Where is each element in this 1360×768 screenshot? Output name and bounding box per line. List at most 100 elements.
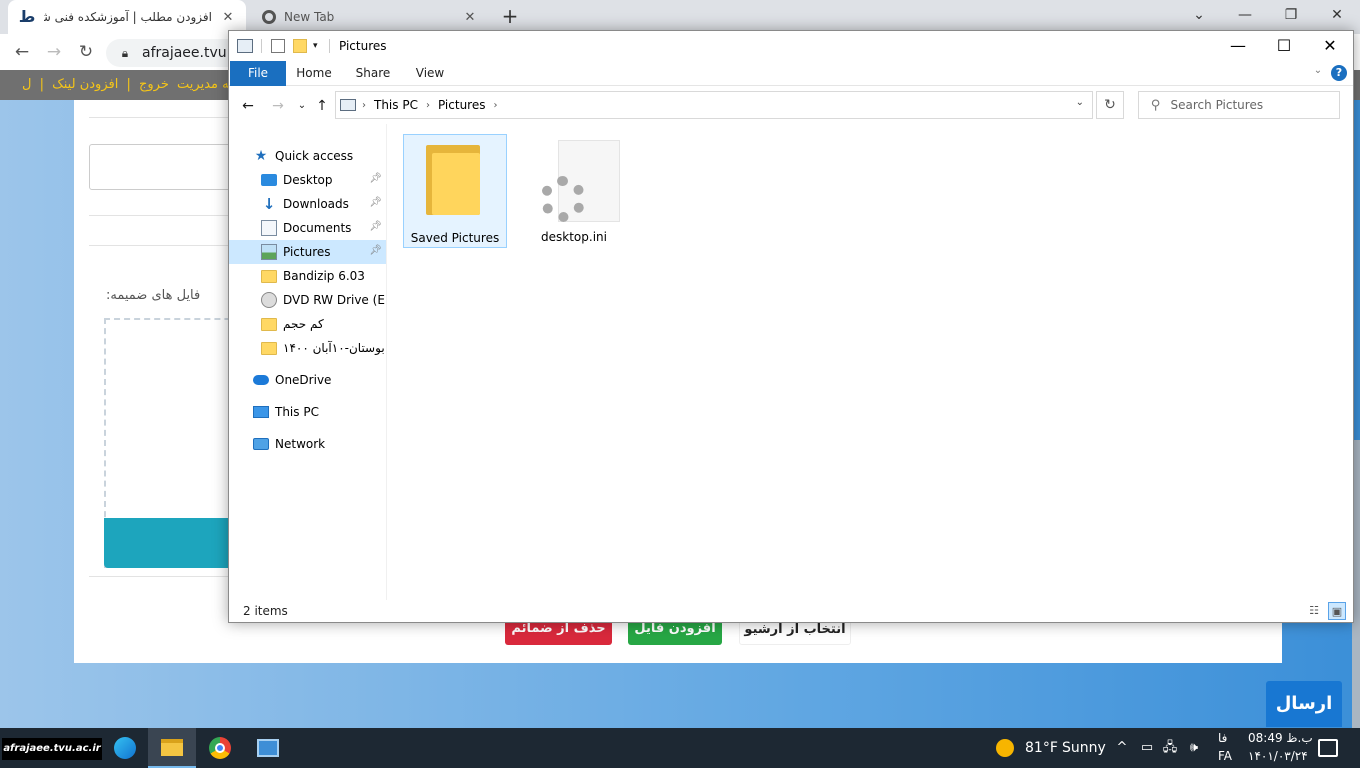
ribbon-expand-chevron-icon[interactable]: ⌄	[1311, 65, 1325, 76]
details-view-icon[interactable]: ☷	[1305, 602, 1323, 620]
pin-icon[interactable]: 📌︎	[369, 197, 382, 208]
tab-view[interactable]: View	[409, 61, 451, 86]
folder-icon	[261, 270, 277, 283]
address-dropdown-icon[interactable]: ⌄	[1076, 97, 1084, 108]
nav-downloads[interactable]: ↓ Downloads 📌︎	[229, 192, 386, 216]
taskbar-chrome[interactable]	[196, 728, 244, 768]
nav-this-pc[interactable]: This PC	[229, 400, 386, 424]
tab-home[interactable]: Home	[291, 61, 337, 86]
explorer-back-arrow-icon[interactable]: ←	[239, 97, 257, 115]
window-title: Pictures	[339, 39, 387, 53]
nav-desktop[interactable]: Desktop 📌︎	[229, 168, 386, 192]
taskbar-app-window[interactable]	[244, 728, 292, 768]
chrome-icon	[209, 737, 231, 759]
help-icon[interactable]: ?	[1331, 65, 1347, 81]
pin-icon[interactable]: 📌︎	[369, 245, 382, 256]
file-item-saved-pictures[interactable]: Saved Pictures	[403, 134, 507, 248]
forward-arrow-icon[interactable]: →	[42, 40, 66, 64]
taskbar-logo: afrajaee.tvu.ac.ir	[2, 738, 102, 760]
menu-item-truncated[interactable]: ل	[22, 77, 31, 92]
nav-pictures[interactable]: Pictures 📌︎	[229, 240, 386, 264]
tab-new-tab[interactable]: New Tab ✕	[252, 0, 488, 34]
explorer-address-bar[interactable]: › This PC › Pictures › ⌄	[335, 91, 1093, 119]
nav-documents[interactable]: Documents 📌︎	[229, 216, 386, 240]
tab-search-chevron-icon[interactable]: ⌄	[1176, 2, 1222, 28]
documents-icon	[261, 220, 277, 236]
explorer-maximize-button[interactable]: ☐	[1261, 31, 1307, 61]
nav-label: Desktop	[283, 173, 333, 187]
weather-condition[interactable]: Sunny	[1062, 728, 1106, 768]
nav-dvd-drive[interactable]: DVD RW Drive (E:)	[229, 288, 386, 312]
search-pictures-input[interactable]: ⚲ Search Pictures	[1138, 91, 1340, 119]
nav-folder-kam-hajm[interactable]: کم حجم	[229, 312, 386, 336]
gear-icon	[540, 176, 586, 222]
notification-icon[interactable]	[1318, 739, 1338, 757]
nav-label: This PC	[275, 405, 319, 419]
nav-onedrive[interactable]: OneDrive	[229, 368, 386, 392]
volume-icon[interactable]: 🕪︎	[1186, 740, 1202, 756]
tab-afrajaee[interactable]: ط افزودن مطلب | آموزشکده فنی شم ✕	[8, 0, 246, 34]
file-list-pane[interactable]: Saved Pictures desktop.ini	[388, 124, 1353, 600]
tab-file[interactable]: File	[230, 61, 286, 86]
file-item-desktop-ini[interactable]: desktop.ini	[522, 134, 626, 248]
tab-close-icon[interactable]: ✕	[220, 10, 236, 25]
up-arrow-icon[interactable]: ↑	[313, 97, 331, 115]
qat-separator	[329, 39, 330, 53]
reload-icon[interactable]: ↻	[74, 40, 98, 64]
nav-label: Quick access	[275, 149, 354, 163]
menu-logout[interactable]: خروج	[139, 77, 169, 92]
explorer-title-bar[interactable]: ▾ Pictures — ☐ ✕	[229, 31, 1353, 61]
folder-icon	[261, 342, 277, 355]
explorer-minimize-button[interactable]: —	[1215, 31, 1261, 61]
nav-network[interactable]: Network	[229, 432, 386, 456]
sun-icon[interactable]	[996, 739, 1014, 757]
new-folder-icon[interactable]	[293, 39, 307, 53]
back-arrow-icon[interactable]: ←	[10, 40, 34, 64]
language-code[interactable]: FA	[1218, 749, 1232, 763]
send-button[interactable]: ارسال	[1266, 681, 1342, 727]
tray-chevron-up-icon[interactable]: ^	[1114, 740, 1130, 756]
new-tab-plus-icon[interactable]: +	[498, 4, 522, 28]
qat-dropdown-icon[interactable]: ▾	[313, 39, 323, 53]
large-icons-view-icon[interactable]: ▣	[1328, 602, 1346, 620]
nav-quick-access[interactable]: ★ Quick access	[229, 144, 386, 168]
language-short[interactable]: فا	[1218, 731, 1227, 745]
taskbar-edge[interactable]	[100, 728, 148, 768]
pin-icon[interactable]: 📌︎	[369, 221, 382, 232]
browser-restore-button[interactable]: ❐	[1268, 2, 1314, 28]
breadcrumb-this-pc[interactable]: This PC	[374, 98, 418, 112]
menu-add-link[interactable]: افزودن لینک	[52, 77, 118, 92]
nav-label: Documents	[283, 221, 352, 235]
taskbar-file-explorer[interactable]	[148, 728, 196, 768]
explorer-forward-arrow-icon[interactable]: →	[269, 97, 287, 115]
explorer-close-button[interactable]: ✕	[1307, 31, 1353, 61]
edge-icon	[114, 737, 136, 759]
clock-date[interactable]: ۱۴۰۱/۰۳/۲۴	[1248, 749, 1308, 763]
nav-bandizip[interactable]: Bandizip 6.03	[229, 264, 386, 288]
recent-locations-chevron-icon[interactable]: ⌄	[293, 97, 311, 115]
tab-share[interactable]: Share	[349, 61, 397, 86]
item-count: 2 items	[243, 604, 288, 618]
pin-icon[interactable]: 📌︎	[369, 173, 382, 184]
weather-temperature[interactable]: 81°F	[1025, 728, 1058, 768]
properties-checkmark-icon[interactable]	[271, 39, 285, 53]
breadcrumb-separator-icon: ›	[425, 99, 430, 111]
download-icon: ↓	[262, 195, 276, 213]
desktop-icon	[261, 174, 277, 186]
refresh-icon[interactable]: ↻	[1096, 91, 1124, 119]
folder-icon	[426, 145, 482, 215]
cloud-icon	[253, 375, 269, 385]
meet-now-icon[interactable]: ▭	[1139, 740, 1155, 756]
clock-time[interactable]: ب.ظ 08:49	[1248, 731, 1313, 745]
nav-label: کم حجم	[283, 317, 324, 331]
file-explorer-window: ▾ Pictures — ☐ ✕ File Home Share View ⌄ …	[228, 30, 1354, 623]
network-tray-icon[interactable]: 🖧︎	[1162, 740, 1178, 756]
breadcrumb-separator-icon: ›	[493, 99, 498, 111]
tab-close-icon[interactable]: ✕	[462, 10, 478, 25]
browser-close-button[interactable]: ✕	[1314, 2, 1360, 28]
tab-title: افزودن مطلب | آموزشکده فنی شم	[44, 10, 212, 24]
browser-minimize-button[interactable]: —	[1222, 2, 1268, 28]
breadcrumb-pictures[interactable]: Pictures	[438, 98, 486, 112]
nav-folder-nar-boostan[interactable]: نار بوستان-۱۰آبان ۱۴۰۰	[229, 336, 386, 360]
nav-label: OneDrive	[275, 373, 332, 387]
